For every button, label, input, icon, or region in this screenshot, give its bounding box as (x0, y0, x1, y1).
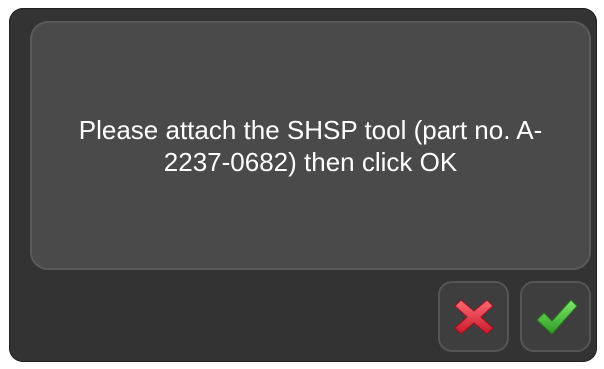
red-x-icon (451, 294, 497, 340)
message-panel: Please attach the SHSP tool (part no. A-… (30, 21, 591, 270)
dialog-message: Please attach the SHSP tool (part no. A-… (78, 114, 543, 177)
green-check-icon (533, 294, 579, 340)
cancel-button[interactable] (438, 281, 509, 352)
attach-tool-dialog: Please attach the SHSP tool (part no. A-… (9, 8, 597, 362)
ok-button[interactable] (520, 281, 591, 352)
